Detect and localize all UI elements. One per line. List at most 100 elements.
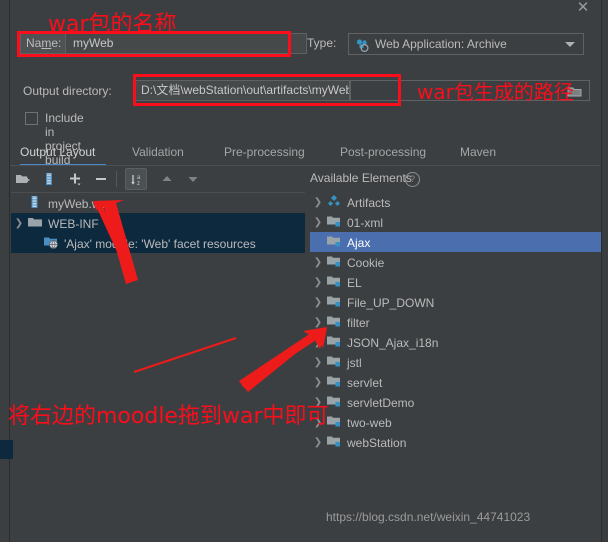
module-icon [326,333,342,349]
available-tree-row[interactable]: ❯ File_UP_DOWN [310,292,601,312]
tree-item-label: servletDemo [347,395,415,410]
name-label: Name: [20,33,66,54]
tree-item-label: JSON_Ajax_i18n [347,335,439,350]
tab-label: Pre-processing [224,145,305,159]
tab-label: Output Layout [20,145,96,159]
available-tree-row[interactable]: ❯ two-web [310,412,601,432]
toolbar-separator [116,171,117,187]
tree-item-label: webStation [347,435,407,450]
output-layout-tree[interactable]: myWeb.war ❯ WEB-INF 'Ajax' module: 'Web' f… [11,192,305,444]
module-icon [326,293,342,309]
include-in-project-build-checkbox[interactable] [25,112,38,125]
tab-label: Maven [460,145,497,159]
available-elements-label: Available Elements [310,171,412,185]
watermark-url: https://blog.csdn.net/weixin_44741023 [326,510,531,524]
module-icon [326,233,342,249]
chevron-right-icon[interactable]: ❯ [310,433,326,453]
available-elements-tree[interactable]: ❯ Artifacts ❯ 01-xml Ajax ❯ Cookie ❯ EL ❯ File_UP… [310,192,601,462]
module-icon [326,273,342,289]
close-icon[interactable]: ✕ [573,0,593,16]
tree-item-label: Artifacts [347,195,391,210]
folder-browse-icon[interactable] [567,85,582,97]
module-icon [326,413,342,429]
tree-twisty-placeholder [27,234,43,254]
add-archive-button[interactable] [38,168,60,190]
available-tree-row[interactable]: ❯ filter [310,312,601,332]
remove-button[interactable] [90,168,112,190]
module-icon [326,353,342,369]
chevron-right-icon[interactable]: ❯ [310,393,326,413]
tab-post-processing[interactable]: Post-processing [340,142,436,166]
tab-label: Validation [132,145,184,159]
facet-web-icon [43,234,59,250]
tree-item-label: myWeb.war [48,196,112,211]
artifacts-icon [326,193,342,209]
folder-icon [27,214,43,230]
tree-item-label: Cookie [347,255,385,270]
output-tree-row[interactable]: 'Ajax' module: 'Web' facet resources [11,233,305,253]
type-combobox[interactable]: Web Application: Archive [348,33,584,55]
chevron-right-icon[interactable]: ❯ [310,333,326,353]
available-tree-row[interactable]: ❯ Artifacts [310,192,601,212]
chevron-right-icon[interactable]: ❯ [310,413,326,433]
chevron-right-icon[interactable]: ❯ [310,253,326,273]
name-label-accel: m [41,36,52,50]
tree-item-label: jstl [347,355,362,370]
output-directory-input[interactable]: D:\文档\webStation\out\artifacts\myWeb [135,80,350,101]
available-tree-row[interactable]: ❯ servlet [310,372,601,392]
chevron-down-icon[interactable] [565,42,575,47]
chevron-right-icon[interactable]: ❯ [310,273,326,293]
available-tree-row[interactable]: ❯ jstl [310,352,601,372]
left-edge-selection-nub [0,440,13,459]
chevron-right-icon[interactable]: ❯ [11,214,27,234]
tab-validation[interactable]: Validation [132,142,194,166]
tree-twisty-placeholder [11,194,27,214]
archive-icon [41,171,57,190]
available-tree-row[interactable]: ❯ 01-xml [310,212,601,232]
tree-item-label: 'Ajax' module: 'Web' facet resources [64,236,256,251]
minus-icon [93,171,109,190]
add-button[interactable] [64,168,86,190]
chevron-right-icon[interactable]: ❯ [310,353,326,373]
chevron-right-icon[interactable]: ❯ [310,313,326,333]
dialog-right-edge [601,0,608,542]
chevron-right-icon[interactable]: ❯ [310,373,326,393]
tab-maven[interactable]: Maven [460,142,502,166]
available-tree-row[interactable]: ❯ servletDemo [310,392,601,412]
output-directory-browse-wrapper[interactable] [350,80,590,101]
module-icon [326,313,342,329]
add-directory-button[interactable] [12,168,34,190]
tab-output-layout[interactable]: Output Layout [20,142,106,166]
move-down-button[interactable] [182,168,204,190]
module-icon [326,253,342,269]
type-label: Type: [307,36,337,50]
tab-pre-processing[interactable]: Pre-processing [224,142,316,166]
chevron-right-icon[interactable]: ❯ [310,293,326,313]
available-tree-row[interactable]: ❯ EL [310,272,601,292]
svg-text:z: z [137,181,140,187]
module-icon [326,433,342,449]
chevron-right-icon[interactable]: ❯ [310,193,326,213]
available-tree-row[interactable]: ❯ Cookie [310,252,601,272]
chevron-right-icon[interactable]: ❯ [310,213,326,233]
output-tree-row[interactable]: ❯ WEB-INF [11,213,305,233]
tree-item-label: File_UP_DOWN [347,295,435,310]
available-tree-row[interactable]: ❯ JSON_Ajax_i18n [310,332,601,352]
plus-icon [67,171,83,190]
help-circle-icon[interactable]: ? [405,172,420,187]
move-up-button[interactable] [156,168,178,190]
available-tree-row[interactable]: Ajax [310,232,601,252]
artifact-archive-icon [355,38,369,53]
output-directory-label: Output directory: [23,84,112,98]
folder-add-icon [15,171,31,190]
output-tree-row[interactable]: myWeb.war [11,193,305,213]
module-icon [326,213,342,229]
triangle-down-icon [185,171,201,190]
settings-tabs: Output Layout Validation Pre-processing Pos… [10,142,600,166]
name-label-post: e: [51,36,62,50]
available-tree-row[interactable]: ❯ webStation [310,432,601,452]
module-icon [326,393,342,409]
sort-button[interactable]: az [125,168,147,190]
name-input[interactable]: myWeb [65,33,307,54]
triangle-up-icon [159,171,175,190]
